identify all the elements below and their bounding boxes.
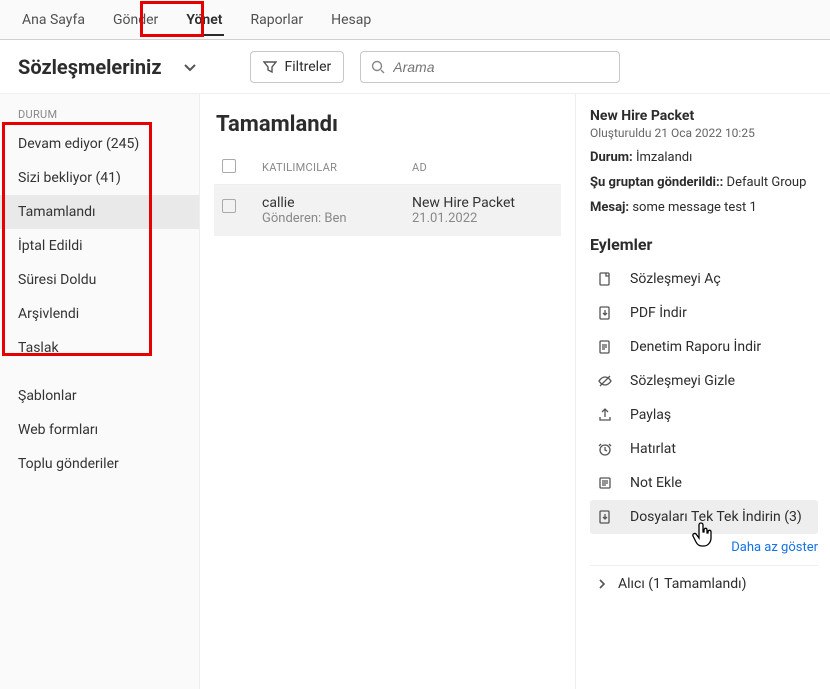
download-report-icon bbox=[596, 339, 614, 355]
action-hide[interactable]: Sözleşmeyi Gizle bbox=[590, 364, 818, 398]
col-name[interactable]: AD bbox=[412, 161, 561, 174]
share-icon bbox=[596, 407, 614, 423]
row-participant: callie bbox=[262, 195, 412, 211]
hide-icon bbox=[596, 373, 614, 389]
action-label: Sözleşmeyi Aç bbox=[630, 271, 721, 287]
title-dropdown-icon[interactable] bbox=[182, 59, 198, 75]
note-icon bbox=[596, 475, 614, 491]
table-header: KATILIMCILAR AD bbox=[214, 151, 561, 185]
action-label: Denetim Raporu İndir bbox=[630, 339, 761, 355]
subheader: Sözleşmeleriniz Filtreler bbox=[0, 40, 830, 94]
action-share[interactable]: Paylaş bbox=[590, 398, 818, 432]
filters-label: Filtreler bbox=[285, 59, 332, 75]
action-open[interactable]: Sözleşmeyi Aç bbox=[590, 262, 818, 296]
filters-button[interactable]: Filtreler bbox=[250, 51, 345, 83]
open-doc-icon bbox=[596, 271, 614, 287]
agreement-list: Tamamlandı KATILIMCILAR AD callie Gönder… bbox=[200, 94, 576, 689]
sidebar-webforms[interactable]: Web formları bbox=[0, 413, 199, 447]
detail-group-label: Şu gruptan gönderildi:: bbox=[590, 175, 723, 190]
remind-icon bbox=[596, 441, 614, 457]
action-label: Dosyaları Tek Tek İndirin (3) bbox=[630, 509, 802, 525]
col-participants[interactable]: KATILIMCILAR bbox=[262, 161, 412, 174]
action-label: Sözleşmeyi Gizle bbox=[630, 373, 735, 389]
action-label: Not Ekle bbox=[630, 475, 682, 491]
list-title: Tamamlandı bbox=[214, 112, 561, 137]
row-name: New Hire Packet bbox=[412, 195, 561, 211]
action-label: PDF İndir bbox=[630, 305, 687, 321]
download-pdf-icon bbox=[596, 305, 614, 321]
row-sender: Gönderen: Ben bbox=[262, 211, 412, 226]
action-remind[interactable]: Hatırlat bbox=[590, 432, 818, 466]
sidebar-bulk[interactable]: Toplu gönderiler bbox=[0, 447, 199, 481]
action-pdf[interactable]: PDF İndir bbox=[590, 296, 818, 330]
detail-status-value: İmzalandı bbox=[636, 150, 692, 165]
detail-title: New Hire Packet bbox=[590, 108, 818, 124]
row-date: 21.01.2022 bbox=[412, 211, 561, 226]
detail-message-value: some message test 1 bbox=[632, 200, 756, 215]
nav-manage[interactable]: Yönet bbox=[172, 0, 236, 40]
show-less-link[interactable]: Daha az göster bbox=[590, 534, 818, 565]
search-icon bbox=[371, 60, 385, 74]
detail-created: Oluşturuldu 21 Oca 2022 10:25 bbox=[590, 126, 818, 140]
page-title: Sözleşmeleriniz bbox=[18, 55, 162, 79]
filter-icon bbox=[263, 60, 277, 74]
action-label: Hatırlat bbox=[630, 441, 676, 457]
download-files-icon bbox=[596, 509, 614, 525]
nav-send[interactable]: Gönder bbox=[99, 0, 172, 40]
table-row[interactable]: callie Gönderen: Ben New Hire Packet 21.… bbox=[214, 185, 561, 236]
sidebar-templates[interactable]: Şablonlar bbox=[0, 379, 199, 413]
action-label: Paylaş bbox=[630, 407, 671, 423]
sidebar: DURUM Devam ediyor (245) Sizi bekliyor (… bbox=[0, 94, 200, 689]
detail-message-label: Mesaj: bbox=[590, 200, 629, 215]
main-layout: DURUM Devam ediyor (245) Sizi bekliyor (… bbox=[0, 94, 830, 689]
action-download-files[interactable]: Dosyaları Tek Tek İndirin (3) bbox=[590, 500, 818, 534]
status-cancelled[interactable]: İptal Edildi bbox=[0, 229, 199, 263]
status-in-progress[interactable]: Devam ediyor (245) bbox=[0, 127, 199, 161]
detail-status-label: Durum: bbox=[590, 150, 633, 165]
status-draft[interactable]: Taslak bbox=[0, 331, 199, 365]
receiver-label: Alıcı (1 Tamamlandı) bbox=[618, 576, 746, 592]
detail-group-value: Default Group bbox=[727, 175, 807, 190]
detail-panel: New Hire Packet Oluşturuldu 21 Oca 2022 … bbox=[576, 94, 830, 689]
actions-title: Eylemler bbox=[590, 235, 818, 254]
row-checkbox[interactable] bbox=[222, 199, 236, 213]
search-input[interactable] bbox=[393, 59, 609, 75]
status-expired[interactable]: Süresi Doldu bbox=[0, 263, 199, 297]
action-note[interactable]: Not Ekle bbox=[590, 466, 818, 500]
status-completed[interactable]: Tamamlandı bbox=[0, 195, 199, 229]
receiver-toggle[interactable]: Alıcı (1 Tamamlandı) bbox=[590, 565, 818, 602]
status-archived[interactable]: Arşivlendi bbox=[0, 297, 199, 331]
top-nav: Ana Sayfa Gönder Yönet Raporlar Hesap bbox=[0, 0, 830, 40]
nav-account[interactable]: Hesap bbox=[317, 0, 385, 40]
chevron-right-icon bbox=[596, 578, 608, 590]
select-all-checkbox[interactable] bbox=[222, 159, 236, 173]
nav-home[interactable]: Ana Sayfa bbox=[8, 0, 99, 40]
nav-reports[interactable]: Raporlar bbox=[236, 0, 317, 40]
status-waiting[interactable]: Sizi bekliyor (41) bbox=[0, 161, 199, 195]
action-audit[interactable]: Denetim Raporu İndir bbox=[590, 330, 818, 364]
sidebar-section-status: DURUM bbox=[0, 108, 199, 127]
search-input-wrap[interactable] bbox=[360, 51, 620, 83]
